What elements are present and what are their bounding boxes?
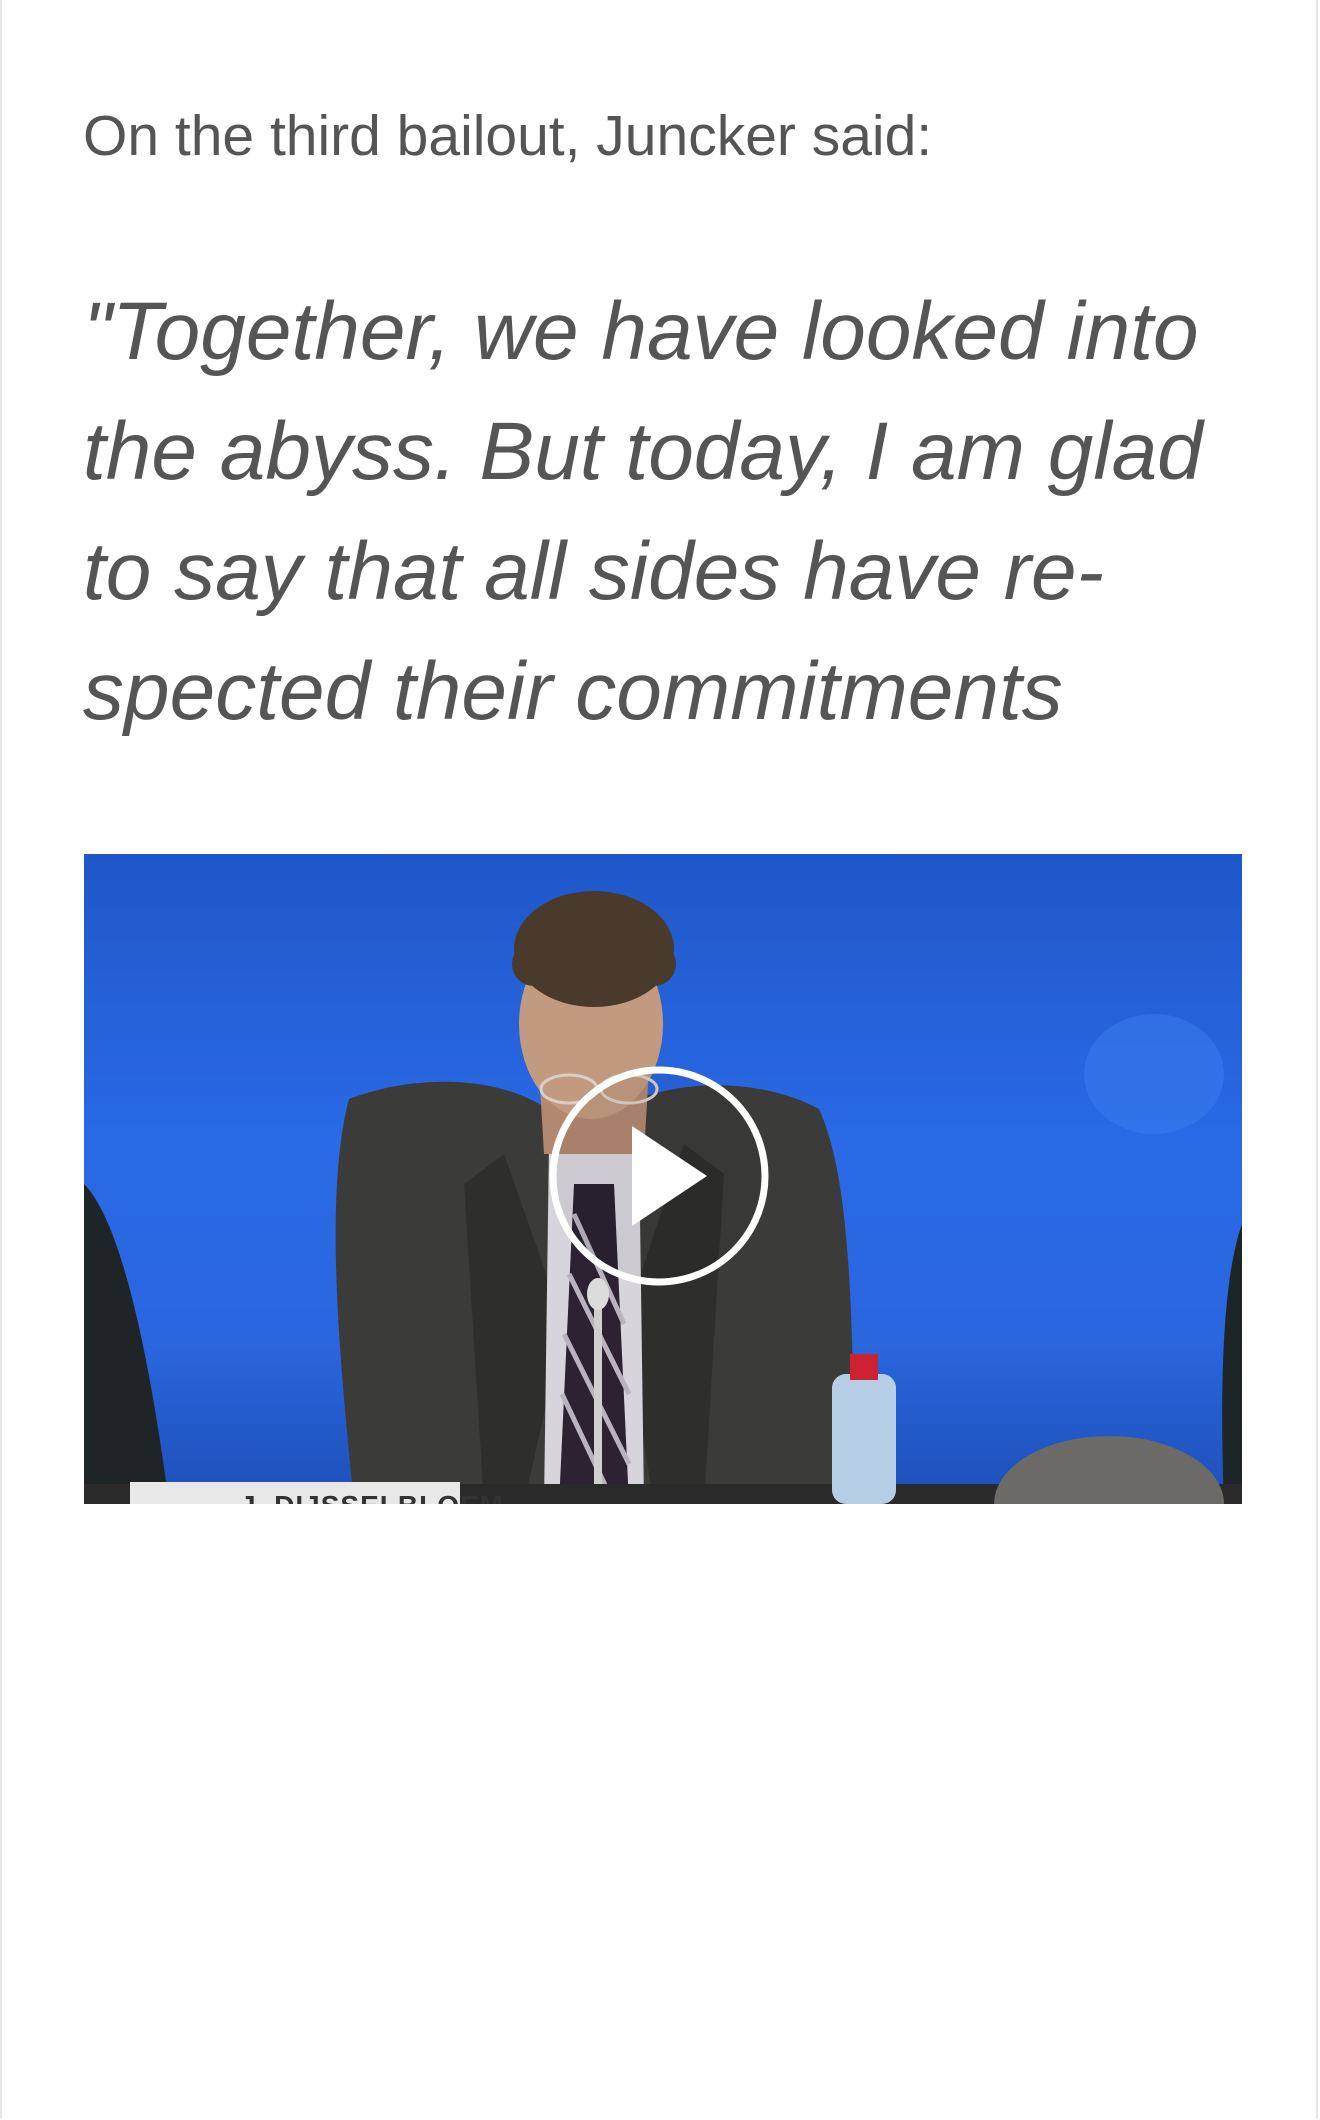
quote-line: spected their commitments [83,646,1063,737]
pull-quote: "Together, we have looked into the abyss… [83,272,1243,752]
intro-text: On the third bailout, Juncker said: [83,104,933,168]
video-player[interactable]: J. DIJSSELBLOEM [84,854,1242,1504]
quote-line: to say that all sides have re- [83,526,1104,617]
nameplate-text: J. DIJSSELBLOEM [202,1488,542,1504]
quote-line: "Together, we have looked into [83,286,1199,377]
quote-line: the abyss. But today, I am glad [83,406,1203,497]
play-circle-icon[interactable] [547,1064,771,1288]
